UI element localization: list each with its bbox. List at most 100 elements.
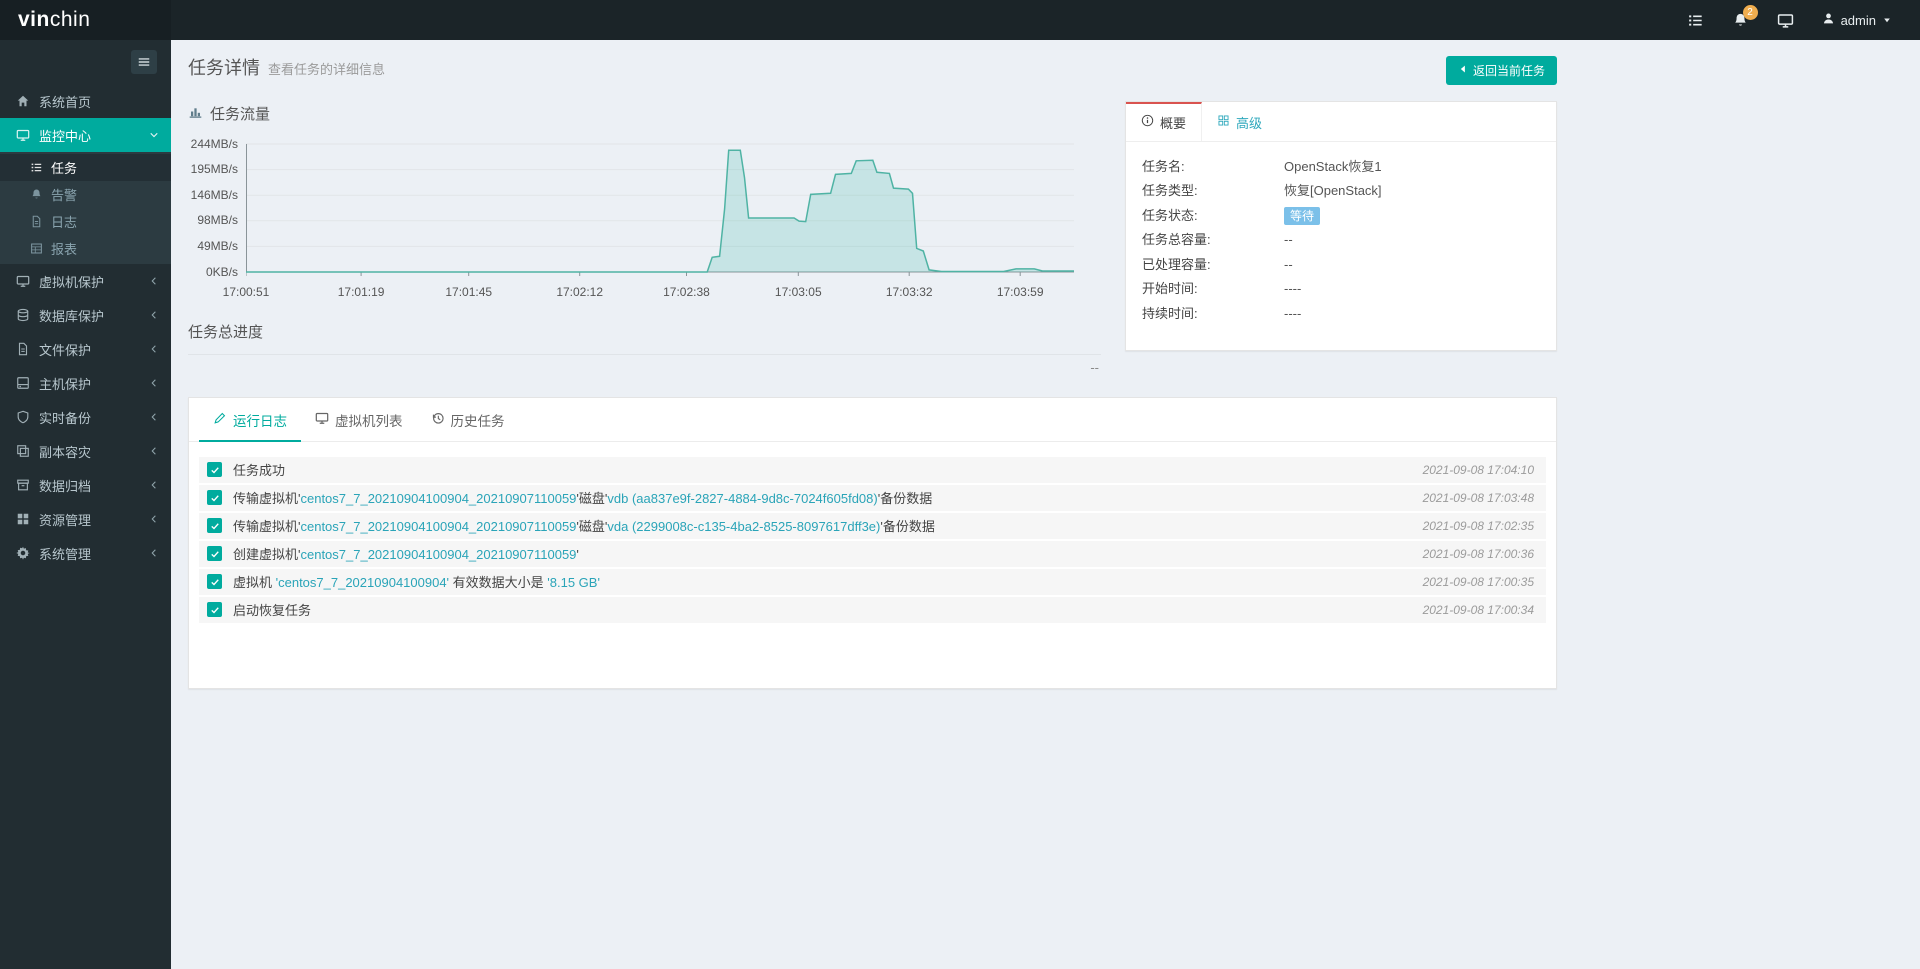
topbar-actions: 2 admin (1687, 0, 1920, 40)
log-text: 任务成功 (233, 463, 286, 478)
log-object-name[interactable]: centos7_7_20210904100904_20210907110059 (300, 547, 576, 562)
log-text: 有效数据大小是 (449, 575, 548, 590)
sidebar-item-label: 资源管理 (39, 512, 92, 528)
chart-title-label: 任务流量 (210, 105, 271, 123)
user-menu[interactable]: admin (1822, 12, 1892, 28)
total-progress-value: -- (1090, 359, 1099, 375)
y-axis-tick-label: 0KB/s (205, 264, 238, 279)
x-axis-tick-label: 17:02:38 (663, 284, 710, 299)
x-axis-tick-label: 17:03:32 (885, 284, 933, 299)
back-to-current-task-button[interactable]: 返回当前任务 (1445, 55, 1557, 85)
check-icon (207, 574, 222, 589)
log-row: 创建虚拟机'centos7_7_20210904100904_202109071… (199, 540, 1546, 567)
page-title: 任务详情 (188, 58, 260, 78)
log-text: 启动恢复任务 (233, 603, 312, 618)
total-progress-title: 任务总进度 (188, 323, 264, 341)
sidebar-subitem-reports[interactable]: 报表 (0, 235, 171, 262)
sidebar-item-database-protection[interactable]: 数据库保护 (0, 298, 171, 332)
sidebar-subitem-tasks[interactable]: 任务 (0, 154, 171, 181)
log-text: 虚拟机 (233, 575, 276, 590)
log-message: 创建虚拟机'centos7_7_20210904100904_202109071… (233, 544, 1403, 563)
log-time: 2021-09-08 17:02:35 (1422, 518, 1534, 533)
tab-advanced[interactable]: 高级 (1202, 102, 1277, 141)
sidebar-subitem-logs[interactable]: 日志 (0, 208, 171, 235)
log-object-name[interactable]: '8.15 GB' (547, 575, 600, 590)
y-axis-tick-label: 195MB/s (190, 162, 238, 177)
tab-history-tasks[interactable]: 历史任务 (417, 398, 519, 442)
gear-icon (16, 546, 30, 560)
sidebar-item-vm-protection[interactable]: 虚拟机保护 (0, 264, 171, 298)
summary-field-row: 任务总容量: -- (1142, 228, 1540, 253)
sidebar-item-realtime-backup[interactable]: 实时备份 (0, 400, 171, 434)
sidebar-item-label: 虚拟机保护 (39, 274, 105, 290)
sidebar-item-label: 主机保护 (39, 376, 92, 392)
log-object-name[interactable]: 'centos7_7_20210904100904' (276, 575, 449, 590)
x-axis-tick-label: 17:02:12 (556, 284, 604, 299)
database-icon (16, 308, 30, 322)
log-object-name[interactable]: vda (2299008c-c135-4ba2-8525-8097617dff3… (607, 519, 880, 534)
sidebar-submenu: 任务告警日志 报表 (0, 152, 171, 264)
sidebar-item-label: 副本容灾 (39, 444, 92, 460)
sidebar-subitem-label: 告警 (51, 188, 78, 203)
sidebar-subitem-label: 任务 (51, 161, 78, 176)
sidebar-item-resource-management[interactable]: 资源管理 (0, 502, 171, 536)
log-message: 启动恢复任务 (233, 600, 1403, 619)
notifications-button[interactable]: 2 (1732, 4, 1758, 29)
log-object-name[interactable]: centos7_7_20210904100904_20210907110059 (300, 491, 576, 506)
field-value: -- (1284, 256, 1293, 272)
field-label: 任务类型: (1142, 183, 1198, 198)
tab-run-log[interactable]: 运行日志 (199, 398, 301, 442)
file-icon (30, 215, 43, 228)
log-object-name[interactable]: centos7_7_20210904100904_20210907110059 (300, 519, 576, 534)
sidebar-item-label: 数据库保护 (39, 308, 105, 324)
sidebar-item-label: 监控中心 (39, 128, 92, 144)
arrow-left-icon (1458, 63, 1468, 77)
task-queue-icon[interactable] (1687, 12, 1704, 29)
log-message: 虚拟机 'centos7_7_20210904100904' 有效数据大小是 '… (233, 572, 1403, 591)
sidebar-item-label: 实时备份 (39, 410, 92, 426)
log-object-name[interactable]: vdb (aa837e9f-2827-4884-9d8c-7024f605fd0… (607, 491, 877, 506)
y-axis-tick-label: 49MB/s (197, 238, 238, 253)
tab-label: 高级 (1236, 115, 1263, 131)
summary-field-row: 任务名: OpenStack恢复1 (1142, 155, 1540, 180)
sidebar-item-system-home[interactable]: 系统首页 (0, 84, 171, 118)
sidebar-item-copy-disaster-recovery[interactable]: 副本容灾 (0, 434, 171, 468)
field-label: 持续时间: (1142, 305, 1198, 321)
tab-vm-list[interactable]: 虚拟机列表 (301, 398, 417, 442)
sidebar-item-data-archive[interactable]: 数据归档 (0, 468, 171, 502)
grid4-icon (1217, 114, 1230, 130)
sidebar-item-system-management[interactable]: 系统管理 (0, 536, 171, 570)
chart-title: 任务流量 (188, 103, 1101, 124)
sidebar-subitem-alerts[interactable]: 告警 (0, 181, 171, 208)
summary-field-row: 任务状态: 等待 (1142, 204, 1540, 229)
summary-field-row: 持续时间: ---- (1142, 302, 1540, 327)
check-icon (207, 490, 222, 505)
pencil-icon (213, 411, 227, 428)
sidebar-collapse-button[interactable] (131, 50, 157, 74)
shield-icon (16, 410, 30, 424)
chevron-left-icon (149, 276, 159, 286)
history-icon (431, 411, 445, 428)
log-time: 2021-09-08 17:00:36 (1422, 546, 1534, 561)
chevron-left-icon (149, 480, 159, 490)
sidebar-item-label: 系统管理 (39, 546, 92, 562)
app-logo[interactable]: vin chin (0, 0, 171, 40)
summary-tabs: 概要 高级 (1126, 101, 1556, 142)
sidebar-item-host-protection[interactable]: 主机保护 (0, 366, 171, 400)
bar-chart-icon (188, 104, 203, 123)
sidebar-header (0, 40, 171, 84)
chevron-down-icon (149, 130, 159, 140)
tab-overview[interactable]: 概要 (1126, 101, 1203, 141)
sidebar-item-label: 系统首页 (39, 94, 92, 110)
sidebar-item-file-protection[interactable]: 文件保护 (0, 332, 171, 366)
main-layout: 系统首页监控中心任务告警日志 报表虚拟机保护数据库保护文件保护主机保护实时备份副本… (0, 40, 1920, 969)
y-axis-labels: 244MB/s 195MB/s 146MB/s 98MB/s 49MB/s 0KB/s (188, 137, 246, 279)
monitor-icon (315, 411, 329, 428)
log-time: 2021-09-08 17:04:10 (1422, 462, 1534, 477)
logo-text-light: chin (49, 8, 91, 31)
traffic-area-chart (245, 140, 1074, 283)
log-time: 2021-09-08 17:00:35 (1422, 574, 1534, 589)
sidebar-item-monitor-center[interactable]: 监控中心 (0, 118, 171, 152)
log-text: 传输虚拟机' (233, 491, 301, 506)
console-monitor-icon[interactable] (1777, 12, 1794, 29)
